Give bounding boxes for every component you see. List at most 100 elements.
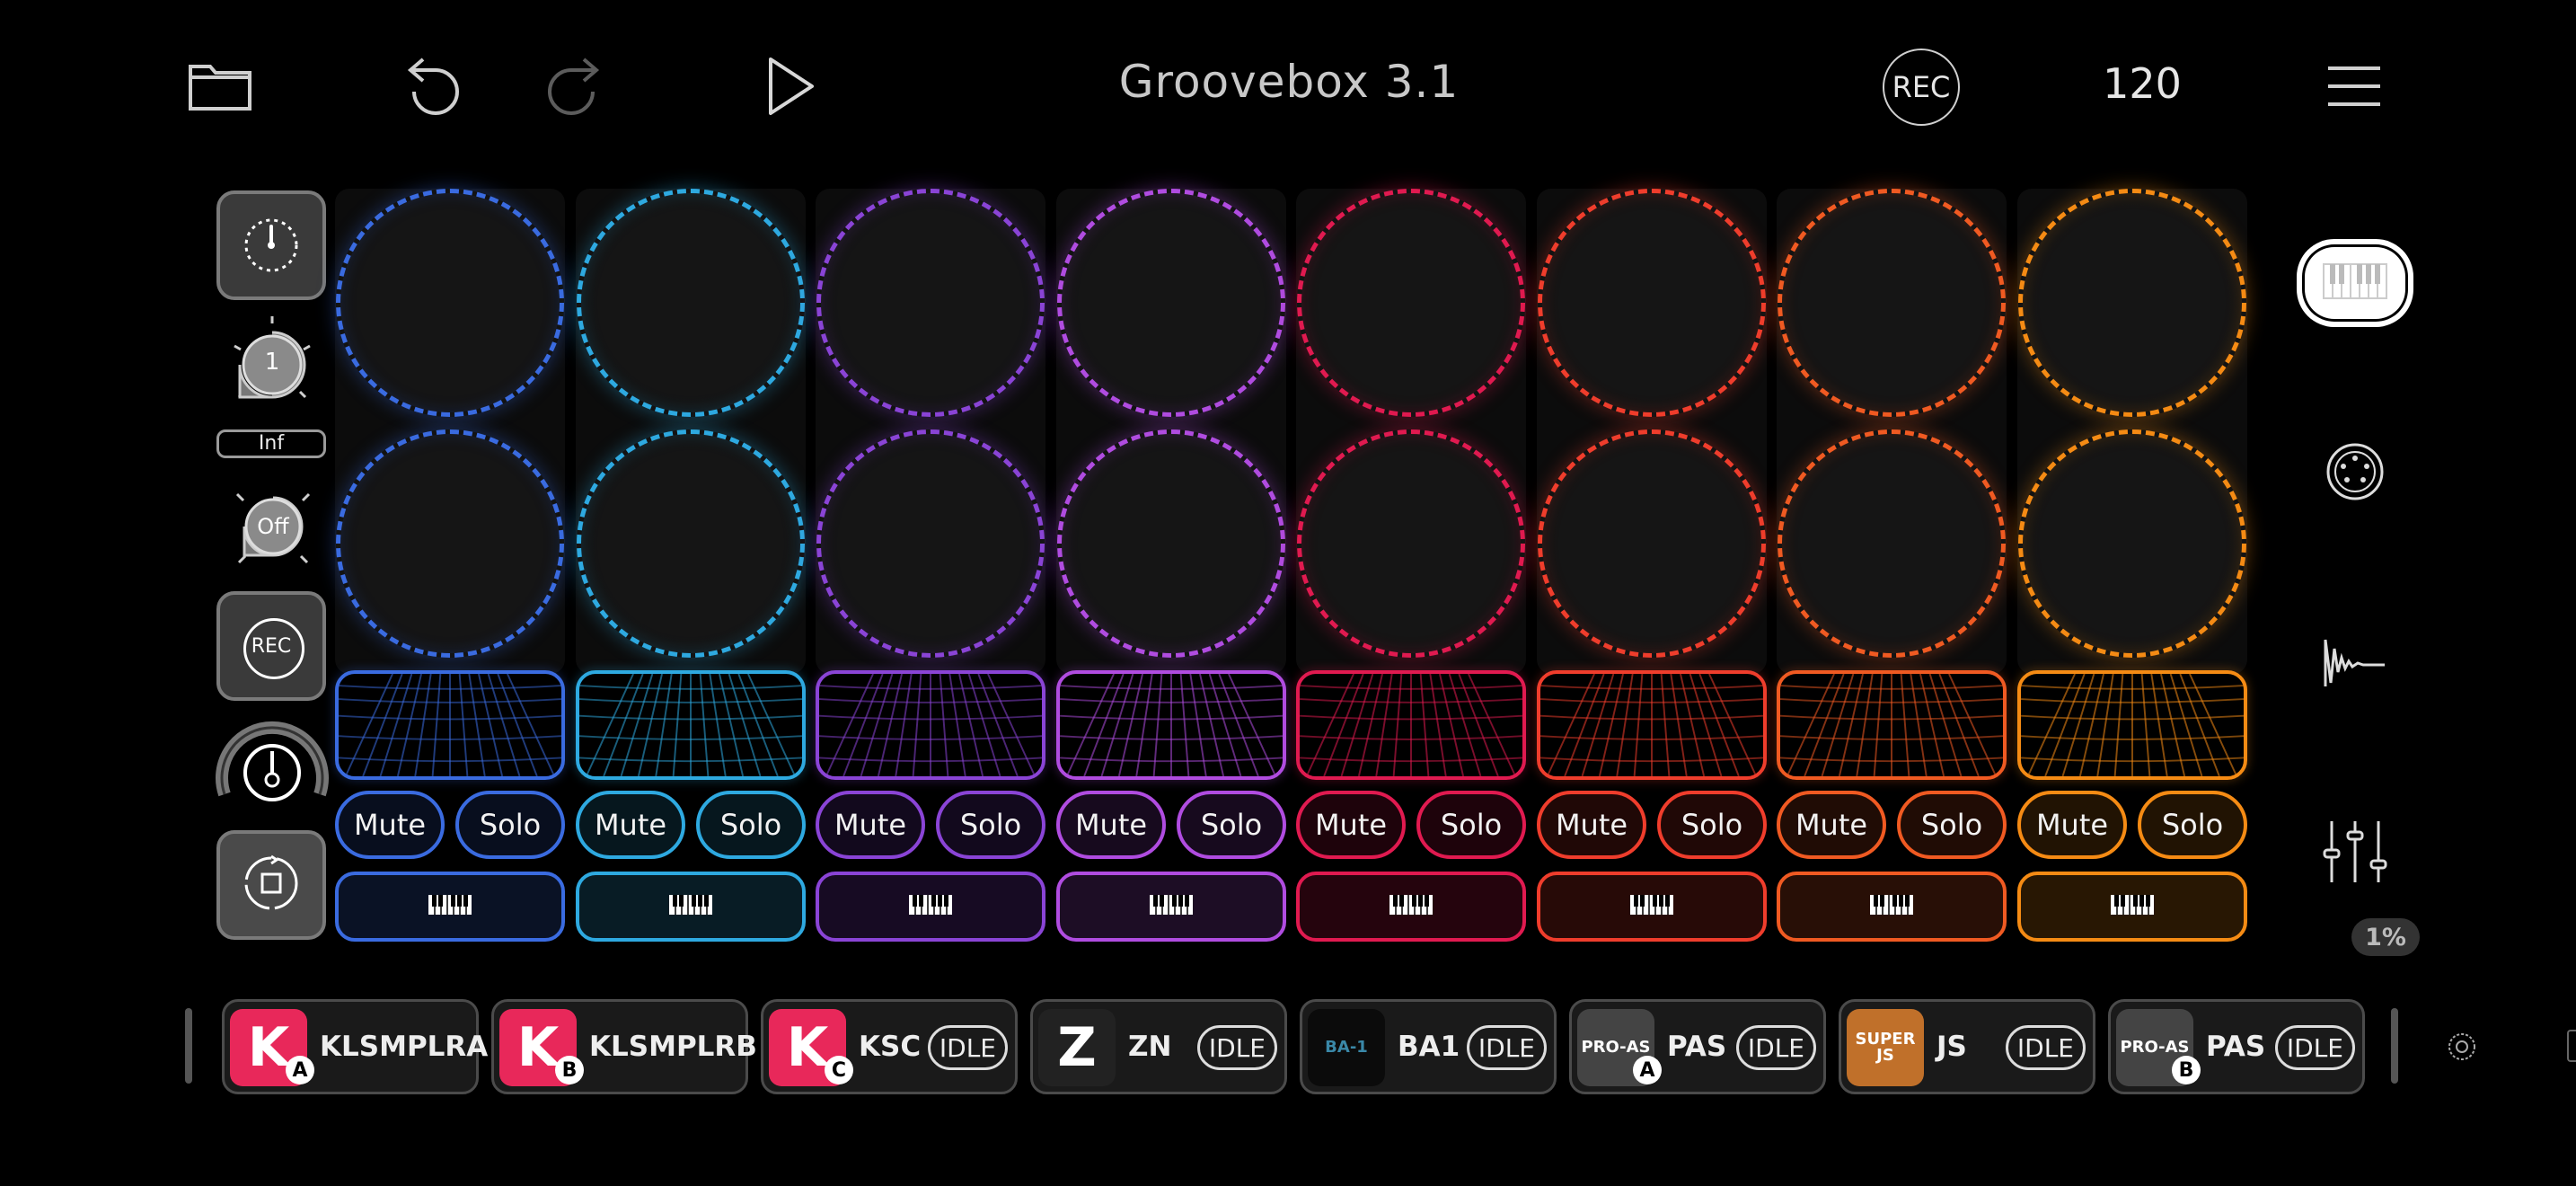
track-status-button[interactable]: IDLE [1735,1025,1816,1070]
mute-button[interactable]: Mute [1296,791,1406,859]
clip-pad[interactable] [816,189,1045,417]
solo-button[interactable]: Solo [936,791,1045,859]
track-status-button[interactable]: IDLE [1196,1025,1277,1070]
clip-pad[interactable] [1778,189,2006,417]
clip-pad[interactable] [1538,189,1766,417]
app-title: Groovebox 3.1 [1118,56,1460,108]
track-slot[interactable]: K C KSC IDLE [761,999,1018,1094]
solo-button[interactable]: Solo [696,791,806,859]
xy-grid-pad[interactable] [816,670,1045,780]
solo-button[interactable]: Solo [1416,791,1526,859]
clip-pad[interactable] [2018,429,2246,658]
clip-pad[interactable] [577,189,805,417]
clip-pad[interactable] [1057,429,1285,658]
keyboard-button[interactable] [1777,872,2007,942]
keyboard-button[interactable] [335,872,565,942]
clip-pad[interactable] [1057,189,1285,417]
clip-pad[interactable] [2018,189,2246,417]
track-slot[interactable]: K A KLSMPLRA [222,999,488,1094]
loop-length-button[interactable]: Inf [216,429,326,458]
track-status-button[interactable]: IDLE [1466,1025,1547,1070]
folder-icon[interactable] [184,54,256,117]
clip-pad[interactable] [1297,189,1525,417]
xy-grid-pad[interactable] [1056,670,1286,780]
clip-pad[interactable] [1538,429,1766,658]
track-name: KSC [859,1031,922,1063]
clip-pad[interactable] [577,429,805,658]
xy-grid-pad[interactable] [2017,670,2247,780]
instance-badge: B [2172,1056,2201,1084]
quantize-knob[interactable]: Off [226,480,320,573]
instrument-settings-icon[interactable] [2447,1031,2477,1062]
clip-pad[interactable] [336,429,564,658]
record-button[interactable]: REC [1883,49,1960,126]
solo-button[interactable]: Solo [2138,791,2247,859]
mute-button[interactable]: Mute [1777,791,1886,859]
track-slot[interactable]: Z ZN IDLE [1030,999,1287,1094]
xy-grid-pad[interactable] [335,670,565,780]
xy-grid-pad[interactable] [576,670,806,780]
timer-icon [240,212,303,279]
solo-button[interactable]: Solo [1177,791,1286,859]
waveform-icon[interactable] [2299,629,2411,692]
track-slot[interactable]: SUPER JS JS IDLE [1839,999,2095,1094]
track-strip-overflow-edge [2567,1030,2576,1062]
metronome-button[interactable] [216,190,326,300]
piano-icon [908,894,953,919]
mute-button[interactable]: Mute [1537,791,1646,859]
keyboard-button[interactable] [1056,872,1286,942]
instrument-thumbnail[interactable]: Z [1038,1009,1116,1086]
track-status-button[interactable]: IDLE [2274,1025,2355,1070]
solo-button[interactable]: Solo [1897,791,2007,859]
keyboard-button[interactable] [816,872,1045,942]
clip-pad[interactable] [1297,429,1525,658]
track-slot[interactable]: K B KLSMPLRB [491,999,757,1094]
solo-button[interactable]: Solo [1657,791,1767,859]
mute-button[interactable]: Mute [2017,791,2127,859]
tempo-display[interactable]: 120 [2093,59,2192,108]
solo-button[interactable]: Solo [455,791,565,859]
instrument-thumbnail[interactable]: BA-1 [1308,1009,1385,1086]
keyboard-button[interactable] [2017,872,2247,942]
track-slot[interactable]: PRO-AS A PAS IDLE [1569,999,1826,1094]
piano-icon [1869,894,1914,919]
mute-button[interactable]: Mute [335,791,445,859]
track-name: ZN [1128,1031,1172,1063]
keyboard-button[interactable] [1537,872,1767,942]
clip-pad[interactable] [1778,429,2006,658]
track-name: KLSMPLRB [589,1031,757,1063]
mute-button[interactable]: Mute [576,791,685,859]
menu-icon[interactable] [2325,63,2384,110]
xy-grid-pad[interactable] [1777,670,2007,780]
track-status-button[interactable]: IDLE [927,1025,1008,1070]
mute-button[interactable]: Mute [1056,791,1166,859]
track-strip-left-edge [185,1008,192,1084]
mixer-icon[interactable] [2299,816,2411,888]
sync-icon [240,852,303,918]
loop-record-label: REC [251,634,292,658]
clip-pad[interactable] [336,189,564,417]
play-icon[interactable] [759,52,822,120]
keyboard-view-button[interactable] [2299,243,2411,323]
keyboard-button[interactable] [1296,872,1526,942]
xy-grid-pad[interactable] [1537,670,1767,780]
track-name: JS [1936,1031,1967,1063]
instrument-logo: SUPER JS [1855,1030,1916,1065]
undo-icon[interactable] [400,47,472,122]
redo-icon[interactable] [535,47,607,122]
loop-record-button[interactable]: REC [216,591,326,701]
xy-grid-pad[interactable] [1296,670,1526,780]
midi-icon[interactable] [2299,440,2411,503]
track-slot[interactable]: BA-1 BA1 IDLE [1300,999,1557,1094]
mute-button[interactable]: Mute [816,791,925,859]
clip-pad[interactable] [816,429,1045,658]
instrument-thumbnail[interactable]: SUPER JS [1847,1009,1924,1086]
track-slot[interactable]: PRO-AS B PAS IDLE [2108,999,2365,1094]
sync-button[interactable] [216,830,326,940]
piano-icon [2323,263,2387,303]
master-volume-knob[interactable] [212,708,332,807]
count-knob[interactable]: 1 [223,314,322,413]
piano-icon [668,894,713,919]
track-status-button[interactable]: IDLE [2005,1025,2086,1070]
keyboard-button[interactable] [576,872,806,942]
